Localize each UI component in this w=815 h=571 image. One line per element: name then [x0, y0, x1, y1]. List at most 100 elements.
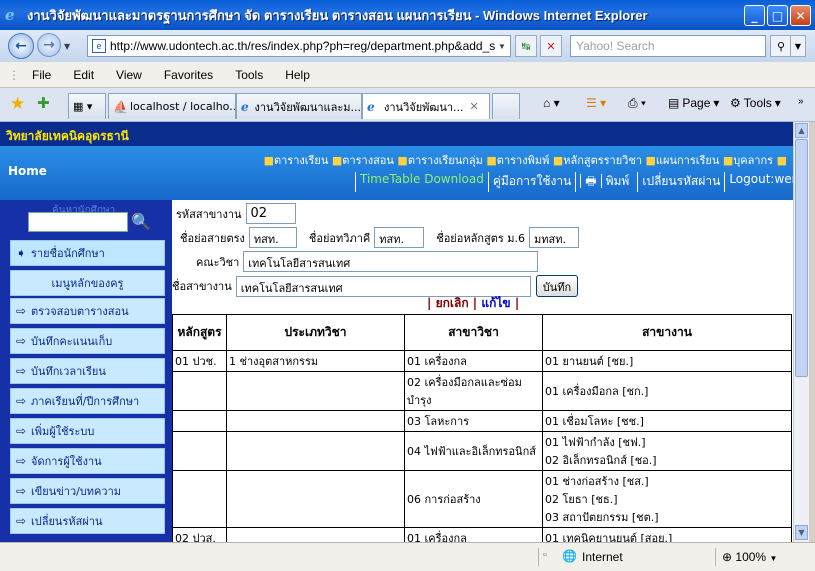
tab-close-icon[interactable]: ✕ [470, 100, 479, 113]
search-options-icon[interactable]: ▼ [790, 35, 806, 57]
menu-favorites[interactable]: Favorites [164, 68, 213, 82]
short-dvoc-input[interactable]: ทสท. [374, 227, 425, 248]
new-tab-button[interactable] [492, 93, 520, 119]
feeds-icon[interactable]: ☰ ▾ [586, 96, 606, 110]
zoom-control[interactable]: ⊕ 100% ▼ [722, 550, 777, 564]
back-button[interactable]: ← [8, 33, 34, 59]
edit-link[interactable]: แก้ไข [481, 296, 510, 310]
sidebar-item-write-news[interactable]: ⇨ เขียนข่าว/บทความ [10, 478, 165, 504]
menu-help[interactable]: Help [285, 68, 310, 82]
menu-group-schedule[interactable]: ตารางเรียนกลุ่ม [408, 154, 483, 167]
table-cell [172, 431, 227, 471]
menu-teach-schedule[interactable]: ตารางสอน [342, 154, 394, 167]
search-icon[interactable]: 🔍 [131, 212, 151, 231]
search-icon[interactable]: ⚲ [770, 35, 792, 57]
address-field[interactable]: e http://www.udontech.ac.th/res/index.ph… [87, 35, 511, 57]
dept-code-input[interactable]: 02 [245, 203, 296, 224]
table-cell: 01 ยานยนต์ [ชย.] [542, 350, 792, 372]
manual-link[interactable]: คู่มือการใช้งาน [487, 172, 575, 192]
zone-label: Internet [582, 550, 623, 564]
table-row: 01 ปวช. 1 ช่างอุตสาหกรรม 01 เครื่องกล 01 ยา… [172, 350, 792, 372]
ie-page-icon: e [367, 99, 375, 114]
tools-menu[interactable]: ⚙ Tools ▾ [730, 96, 781, 110]
table-cell: 01 เชื่อมโลหะ [ชช.] [542, 410, 792, 432]
menu-file[interactable]: File [32, 68, 51, 82]
logout-link[interactable]: Logout:werawat [724, 172, 793, 192]
close-button[interactable]: ✕ [790, 5, 811, 26]
table-cell: 01 เครื่องกล [404, 527, 543, 542]
pma-icon: ⛵ [113, 99, 128, 114]
table-cell [226, 527, 405, 542]
faculty-label: คณะวิชา [196, 255, 240, 269]
search-input[interactable]: Yahoo! Search [570, 35, 766, 57]
scroll-down-icon[interactable]: ▼ [795, 525, 808, 540]
sidebar-item-record-scores[interactable]: ⇨ บันทึกคะแนนเก็บ [10, 328, 165, 354]
page-icon: e [92, 39, 106, 53]
top-menu: ■ตารางเรียน ■ตารางสอน ■ตารางเรียนกลุ่ม ■… [263, 154, 787, 167]
menu-view[interactable]: View [116, 68, 142, 82]
sidebar-item-semester[interactable]: ⇨ ภาคเรียนที่/ปีการศึกษา [10, 388, 165, 414]
tab-research-1[interactable]: e งานวิจัยพัฒนาและม... [236, 93, 362, 119]
table-cell [226, 431, 405, 471]
timetable-download-link[interactable]: TimeTable Download [355, 172, 488, 192]
department-table: หลักสูตร ประเภทวิชา สาขาวิชา สาขางาน 01 … [172, 314, 792, 542]
print-icon[interactable]: ⎙ ▾ [628, 96, 646, 111]
stop-icon[interactable]: ✕ [540, 35, 562, 57]
arrow-icon: ⇨ [15, 424, 27, 438]
zoom-level: 100% [735, 550, 767, 564]
print-link[interactable]: 🖶 พิมพ์ [575, 172, 637, 192]
menu-curriculum[interactable]: หลักสูตรรายวิชา [563, 154, 642, 167]
add-favorite-icon[interactable]: ✚ [37, 94, 50, 112]
scroll-up-icon[interactable]: ▲ [795, 123, 808, 138]
tab-localhost[interactable]: ⛵ localhost / localho... [108, 93, 236, 119]
menu-class-schedule[interactable]: ตารางเรียน [274, 154, 328, 167]
save-button[interactable]: บันทึก [535, 275, 579, 297]
forward-button[interactable]: → [37, 33, 61, 57]
home-link[interactable]: Home [8, 164, 47, 178]
zoom-icon: ⊕ [722, 550, 733, 564]
menu-tools[interactable]: Tools [235, 68, 263, 82]
compatibility-icon[interactable]: ↹ [515, 35, 537, 57]
short-direct-label: ชื่อย่อสายตรง [180, 231, 245, 245]
favorites-star-icon[interactable]: ★ [10, 94, 25, 114]
sidebar-item-record-attendance[interactable]: ⇨ บันทึกเวลาเรียน [10, 358, 165, 384]
arrow-icon: ⇨ [15, 484, 27, 498]
col-header-category: ประเภทวิชา [226, 314, 405, 351]
student-search-input[interactable] [28, 212, 128, 232]
home-icon[interactable]: ⌂ ▾ [543, 96, 560, 110]
internet-globe-icon: 🌐 [562, 549, 577, 563]
menu-staff[interactable]: บุคลากร [733, 154, 773, 167]
sidebar-item-check-schedule[interactable]: ⇨ ตรวจสอบตารางสอน [10, 298, 165, 324]
table-cell: 03 โลหะการ [404, 410, 543, 432]
col-header-major: สาขาวิชา [404, 314, 543, 351]
sidebar-item-add-user[interactable]: ⇨ เพิ่มผู้ใช้ระบบ [10, 418, 165, 444]
sidebar-item-teacher-menu[interactable]: เมนูหลักของครู [10, 270, 165, 296]
address-dropdown-icon[interactable]: ▼ [498, 42, 506, 51]
scrollbar-thumb[interactable] [795, 139, 808, 377]
table-cell [172, 371, 227, 411]
page-menu[interactable]: ▤ Page ▾ [668, 96, 719, 110]
short-m6-input[interactable]: มทสท. [529, 227, 580, 248]
menu-edit[interactable]: Edit [73, 68, 94, 82]
short-direct-input[interactable]: ทสท. [248, 227, 297, 248]
ie-logo-icon: e [5, 6, 15, 24]
faculty-select[interactable]: เทคโนโลยีสารสนเทศ [243, 251, 539, 272]
cancel-link[interactable]: ยกเลิก [436, 296, 469, 310]
tab-research-2[interactable]: e งานวิจัยพัฒนา... ✕ [362, 93, 490, 119]
school-name: วิทยาลัยเทคนิคอุดรธานี [0, 122, 793, 146]
sidebar-item-manage-users[interactable]: ⇨ จัดการผู้ใช้งาน [10, 448, 165, 474]
minimize-button[interactable]: _ [744, 5, 765, 26]
col-header-curriculum: หลักสูตร [172, 314, 227, 351]
sidebar-item-student-list[interactable]: ➧ รายชื่อนักศึกษา [10, 240, 165, 266]
arrow-icon: ⇨ [15, 394, 27, 408]
quick-tabs-button[interactable]: ▦ ▾ [68, 93, 106, 119]
change-password-link[interactable]: เปลี่ยนรหัสผ่าน [637, 172, 724, 192]
vertical-scrollbar[interactable]: ▲ ▼ [793, 122, 809, 542]
menu-print-schedule[interactable]: ตารางพิมพ์ [497, 154, 550, 167]
maximize-button[interactable]: □ [767, 5, 788, 26]
sidebar: ค้นหานักศึกษา 🔍 ➧ รายชื่อนักศึกษา เมนูหลั… [0, 200, 172, 542]
history-dropdown-icon[interactable]: ▼ [64, 42, 70, 51]
chevron-more-icon[interactable]: » [798, 96, 804, 107]
menu-study-plan[interactable]: แผนการเรียน [656, 154, 719, 167]
sidebar-item-change-password[interactable]: ⇨ เปลี่ยนรหัสผ่าน [10, 508, 165, 534]
